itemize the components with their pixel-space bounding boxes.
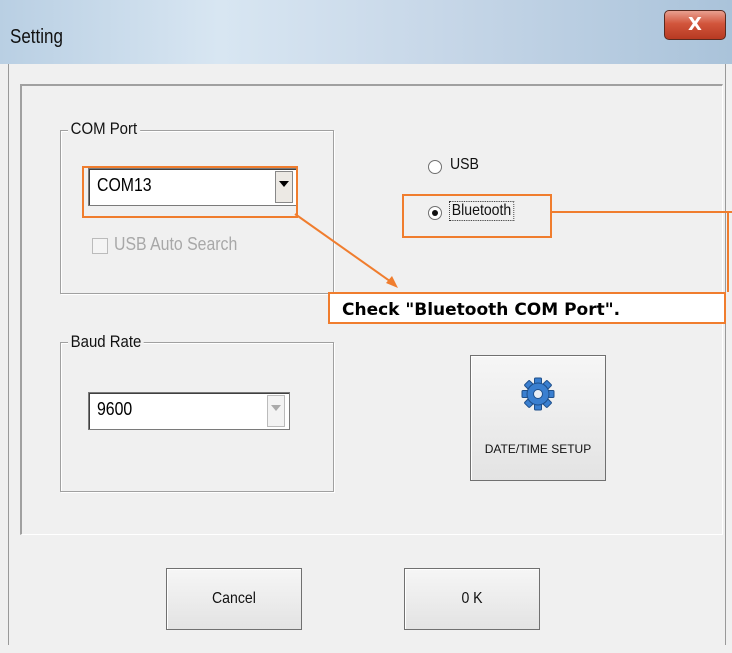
- annotation-callout: Check "Bluetooth COM Port".: [328, 292, 726, 324]
- annotation-arrowhead: [386, 276, 398, 288]
- setting-dialog: Setting X COM Port COM13 USB Auto Search…: [0, 0, 732, 653]
- annotation-arrows: [294, 211, 732, 292]
- annotation-arrow-line: [294, 213, 395, 285]
- annotation-text: Check "Bluetooth COM Port".: [342, 300, 621, 320]
